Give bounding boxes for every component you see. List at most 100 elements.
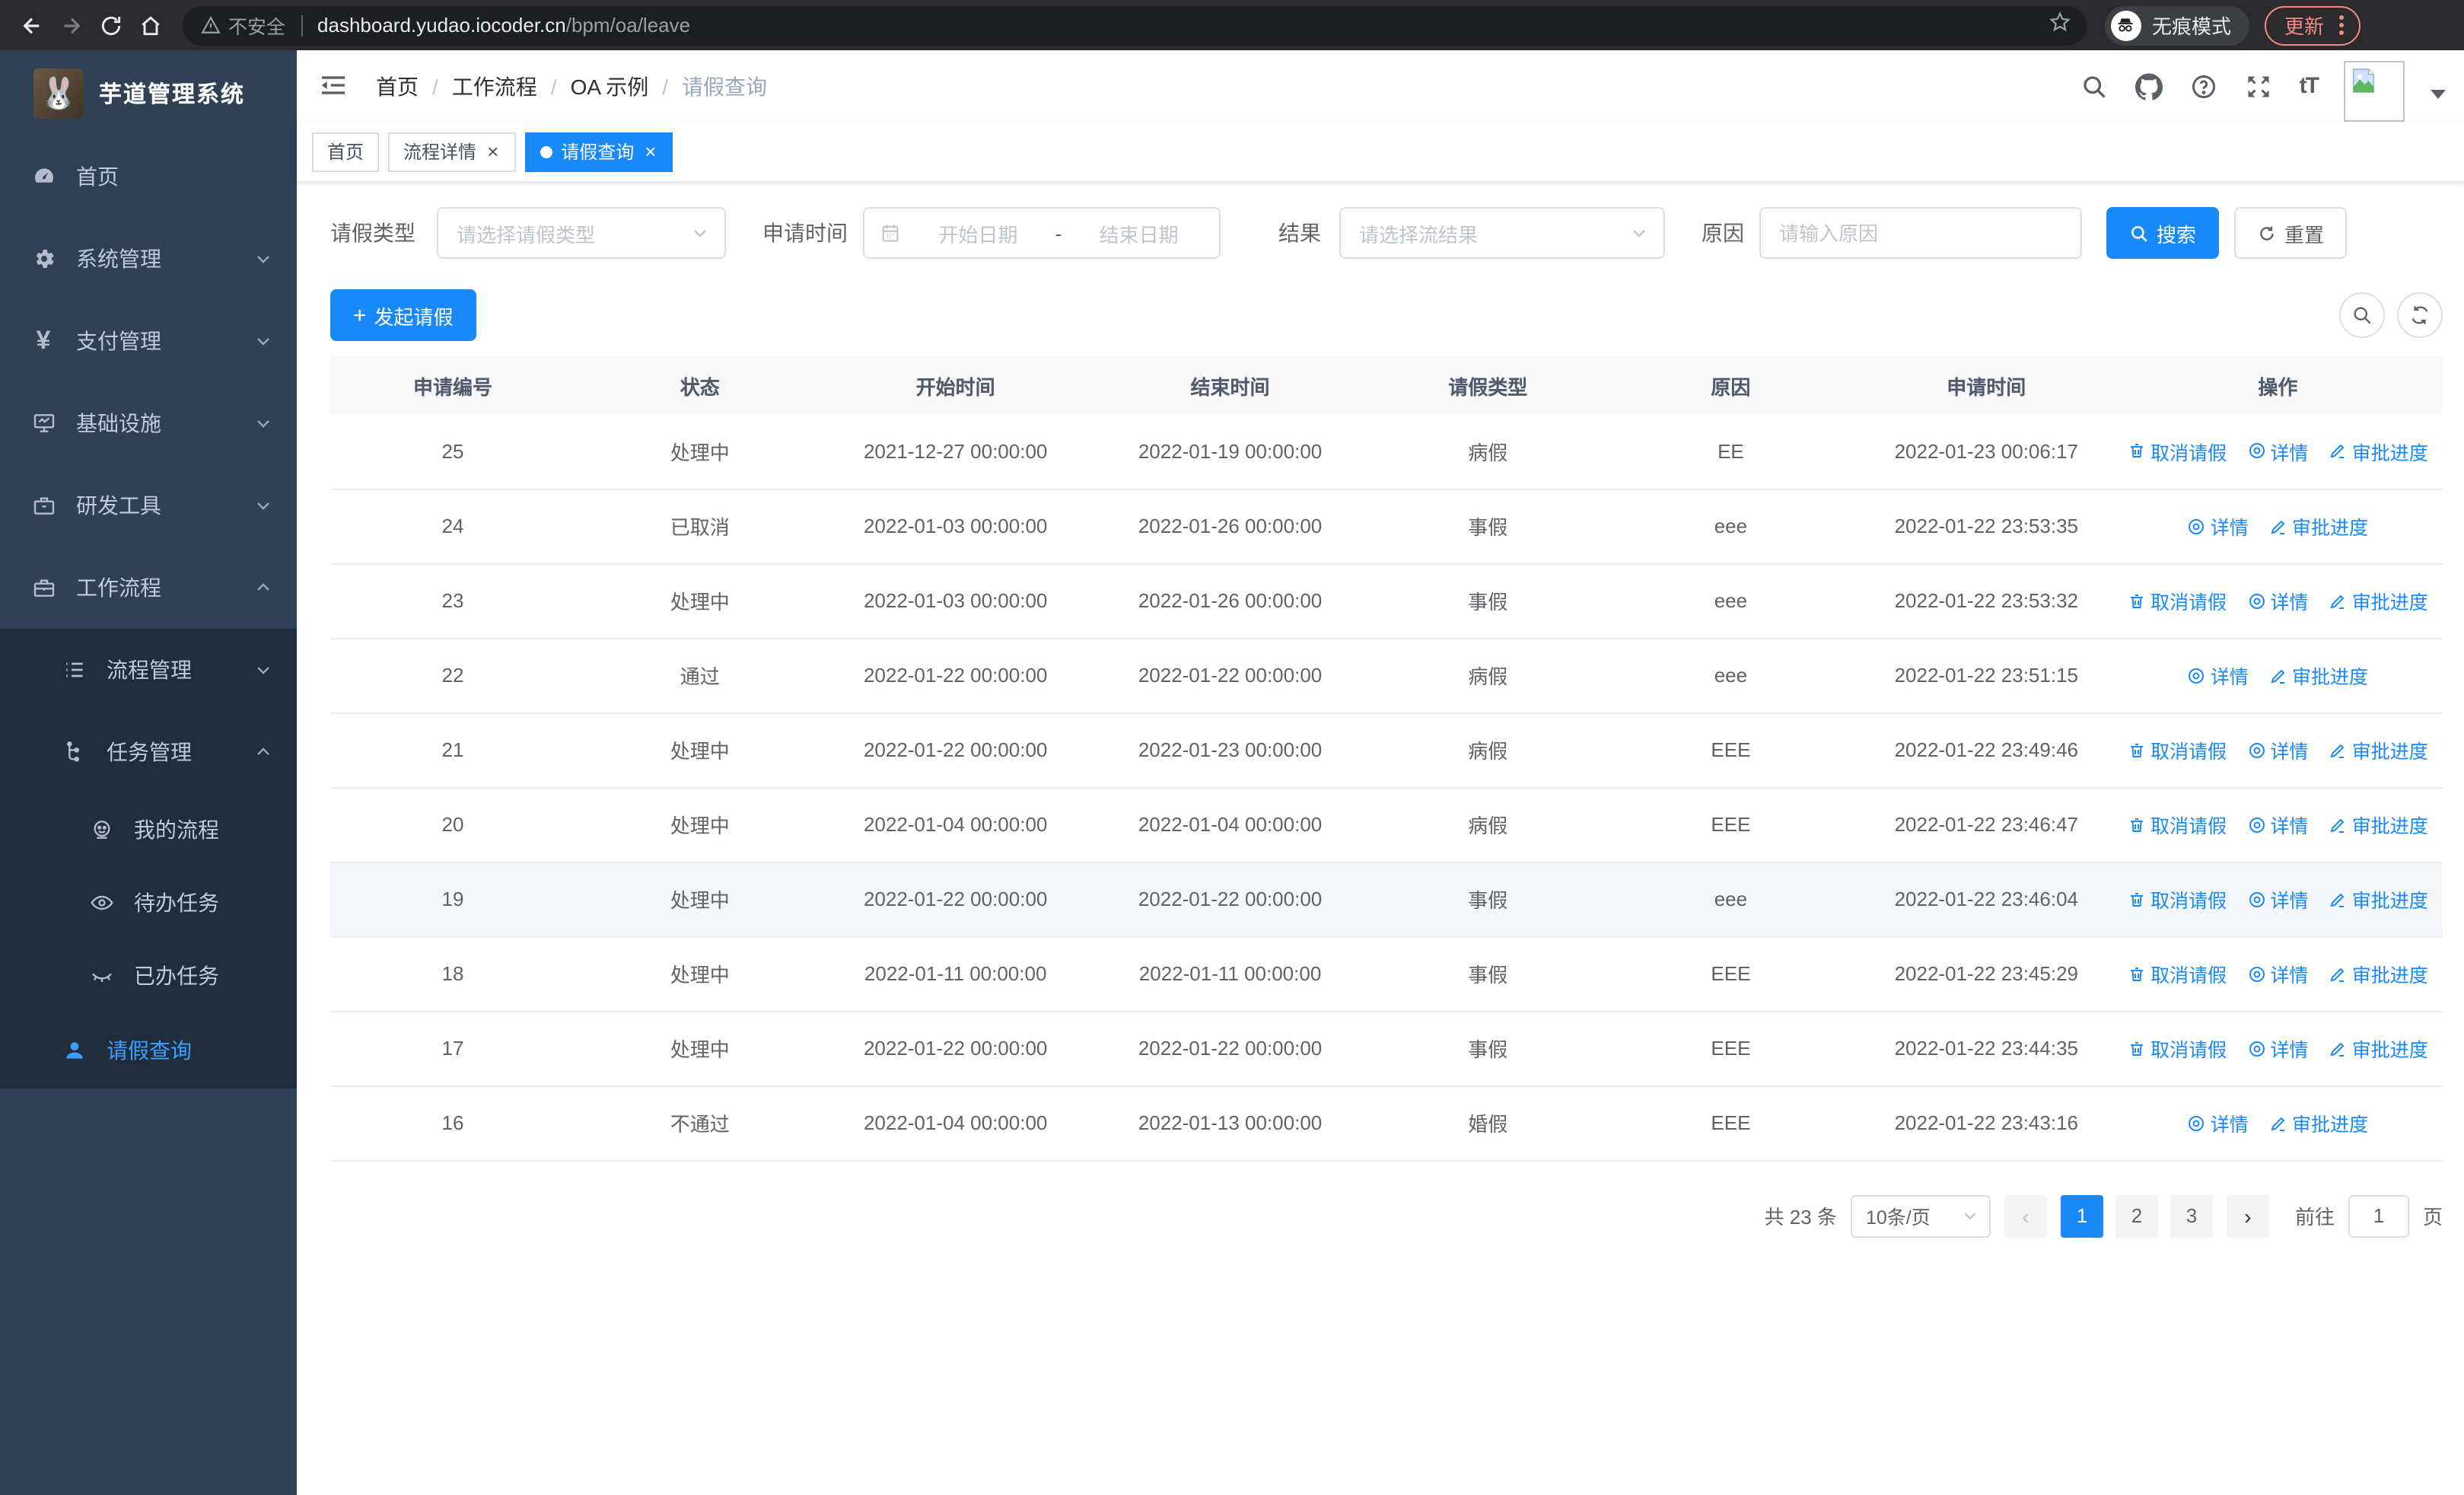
cancel-leave-link[interactable]: 取消请假 <box>2128 810 2227 839</box>
sidebar-item-task-management[interactable]: 任务管理 <box>0 711 297 793</box>
close-icon[interactable]: × <box>643 142 657 161</box>
header-search-icon[interactable] <box>2080 72 2109 100</box>
cancel-leave-link[interactable]: 取消请假 <box>2128 586 2227 615</box>
cell-leave-type: 病假 <box>1374 638 1603 713</box>
detail-link[interactable]: 详情 <box>2247 735 2308 764</box>
cell-id: 20 <box>330 787 575 862</box>
close-icon[interactable]: × <box>485 142 500 161</box>
sidebar-item-my-process[interactable]: 我的流程 <box>0 793 297 866</box>
browser-update-button[interactable]: 更新 <box>2264 5 2361 45</box>
sidebar-collapse-button[interactable] <box>318 69 352 103</box>
page-button-2[interactable]: 2 <box>2115 1194 2158 1237</box>
create-leave-button[interactable]: + 发起请假 <box>330 289 476 341</box>
app-logo[interactable]: 🐰 芋道管理系统 <box>0 50 297 135</box>
approval-progress-link[interactable]: 审批进度 <box>2269 661 2368 690</box>
table-row: 16 不通过 2022-01-04 00:00:00 2022-01-13 00… <box>330 1085 2443 1161</box>
detail-link[interactable]: 详情 <box>2247 437 2308 466</box>
approval-progress-link[interactable]: 审批进度 <box>2329 885 2428 913</box>
reason-input[interactable] <box>1761 209 2080 257</box>
refresh-table-button[interactable] <box>2397 292 2443 338</box>
page-button-1[interactable]: 1 <box>2060 1194 2103 1237</box>
cell-actions: 详情 审批进度 <box>2112 489 2443 564</box>
prev-page-button[interactable]: ‹ <box>2004 1194 2047 1237</box>
breadcrumb-item-home[interactable]: 首页 <box>376 71 419 101</box>
next-page-button[interactable]: › <box>2226 1194 2269 1237</box>
approval-progress-link[interactable]: 审批进度 <box>2269 1108 2368 1137</box>
pen-icon <box>2331 967 2345 981</box>
tab-leave-query[interactable]: 请假查询 × <box>524 132 673 171</box>
cell-status: 处理中 <box>575 414 825 489</box>
cancel-leave-link[interactable]: 取消请假 <box>2128 1034 2227 1063</box>
page-size-select[interactable]: 10条/页 <box>1850 1194 1991 1237</box>
github-icon[interactable] <box>2135 72 2164 100</box>
cancel-leave-link[interactable]: 取消请假 <box>2128 959 2227 988</box>
tab-process-detail[interactable]: 流程详情 × <box>388 132 516 171</box>
detail-link[interactable]: 详情 <box>2247 959 2308 988</box>
chevron-up-icon <box>257 748 269 755</box>
leave-type-select[interactable]: 请选择请假类型 <box>437 207 726 259</box>
approval-progress-link[interactable]: 审批进度 <box>2329 810 2428 839</box>
approval-progress-link[interactable]: 审批进度 <box>2329 586 2428 615</box>
apply-time-range-picker[interactable]: 开始日期 - 结束日期 <box>863 207 1221 259</box>
help-icon[interactable] <box>2190 72 2219 100</box>
sidebar-item-workflow[interactable]: 工作流程 <box>0 547 297 629</box>
detail-link[interactable]: 详情 <box>2247 885 2308 913</box>
detail-link[interactable]: 详情 <box>2188 512 2249 540</box>
font-size-icon[interactable]: tT <box>2300 73 2319 99</box>
sidebar-item-infrastructure[interactable]: 基础设施 <box>0 382 297 464</box>
detail-link[interactable]: 详情 <box>2188 661 2249 690</box>
approval-progress-link[interactable]: 审批进度 <box>2269 512 2368 540</box>
end-date-placeholder[interactable]: 结束日期 <box>1074 218 1204 247</box>
browser-back-button[interactable] <box>12 5 52 45</box>
detail-link[interactable]: 详情 <box>2188 1108 2249 1137</box>
breadcrumb-item-oa-example[interactable]: OA 示例 <box>571 71 649 101</box>
approval-progress-link[interactable]: 审批进度 <box>2329 1034 2428 1063</box>
browser-reload-button[interactable] <box>91 5 131 45</box>
sidebar-item-system[interactable]: 系统管理 <box>0 218 297 300</box>
detail-link[interactable]: 详情 <box>2247 586 2308 615</box>
approval-progress-link[interactable]: 审批进度 <box>2329 959 2428 988</box>
sidebar-item-todo-tasks[interactable]: 待办任务 <box>0 866 297 939</box>
search-button[interactable]: 搜索 <box>2106 207 2220 259</box>
breadcrumb-item-leave-query: 请假查询 <box>682 74 768 98</box>
cell-end-time: 2022-01-04 00:00:00 <box>1086 787 1374 862</box>
cell-leave-type: 病假 <box>1374 787 1603 862</box>
reason-label: 原因 <box>1702 221 1744 245</box>
approval-progress-link[interactable]: 审批进度 <box>2329 437 2428 466</box>
reset-button[interactable]: 重置 <box>2234 207 2348 259</box>
eye-icon <box>2249 742 2265 757</box>
filter-form: 请假类型 请选择请假类型 申请时间 开始日期 - 结束日期 结果 请选择流结果 … <box>330 207 2443 259</box>
cancel-leave-link[interactable]: 取消请假 <box>2128 437 2227 466</box>
cancel-leave-link[interactable]: 取消请假 <box>2128 885 2227 913</box>
bookmark-star-icon[interactable] <box>2049 10 2071 40</box>
sidebar-item-home[interactable]: 首页 <box>0 135 297 218</box>
result-select[interactable]: 请选择流结果 <box>1339 207 1665 259</box>
browser-menu-icon[interactable] <box>2336 15 2347 35</box>
tab-home[interactable]: 首页 <box>312 132 380 171</box>
show-search-toggle-button[interactable] <box>2339 292 2385 338</box>
sidebar-item-done-tasks[interactable]: 已办任务 <box>0 939 297 1012</box>
cell-status: 处理中 <box>575 1011 825 1086</box>
sidebar-item-payment[interactable]: ¥ 支付管理 <box>0 300 297 382</box>
browser-forward-button[interactable] <box>52 5 91 45</box>
page-button-3[interactable]: 3 <box>2170 1194 2213 1237</box>
detail-link[interactable]: 详情 <box>2247 1034 2308 1063</box>
avatar[interactable] <box>2344 60 2405 121</box>
cell-id: 16 <box>330 1085 575 1161</box>
browser-home-button[interactable] <box>131 5 170 45</box>
address-bar[interactable]: 不安全 dashboard.yudao.iocoder.cn/bpm/oa/le… <box>183 5 2087 45</box>
fullscreen-icon[interactable] <box>2245 72 2274 100</box>
avatar-caret-icon[interactable] <box>2431 89 2446 98</box>
security-indicator[interactable]: 不安全 <box>201 11 285 40</box>
goto-page-input[interactable] <box>2348 1194 2409 1237</box>
cancel-leave-link[interactable]: 取消请假 <box>2128 735 2227 764</box>
detail-link[interactable]: 详情 <box>2247 810 2308 839</box>
sidebar-item-dev-tools[interactable]: 研发工具 <box>0 464 297 547</box>
start-date-placeholder[interactable]: 开始日期 <box>913 218 1043 247</box>
sidebar-item-process-management[interactable]: 流程管理 <box>0 629 297 711</box>
sidebar-item-leave-query[interactable]: 请假查询 <box>0 1012 297 1089</box>
approval-progress-link[interactable]: 审批进度 <box>2329 735 2428 764</box>
cell-start-time: 2021-12-27 00:00:00 <box>824 414 1087 489</box>
breadcrumb-item-workflow[interactable]: 工作流程 <box>452 71 537 101</box>
column-header-reason: 原因 <box>1602 356 1860 414</box>
